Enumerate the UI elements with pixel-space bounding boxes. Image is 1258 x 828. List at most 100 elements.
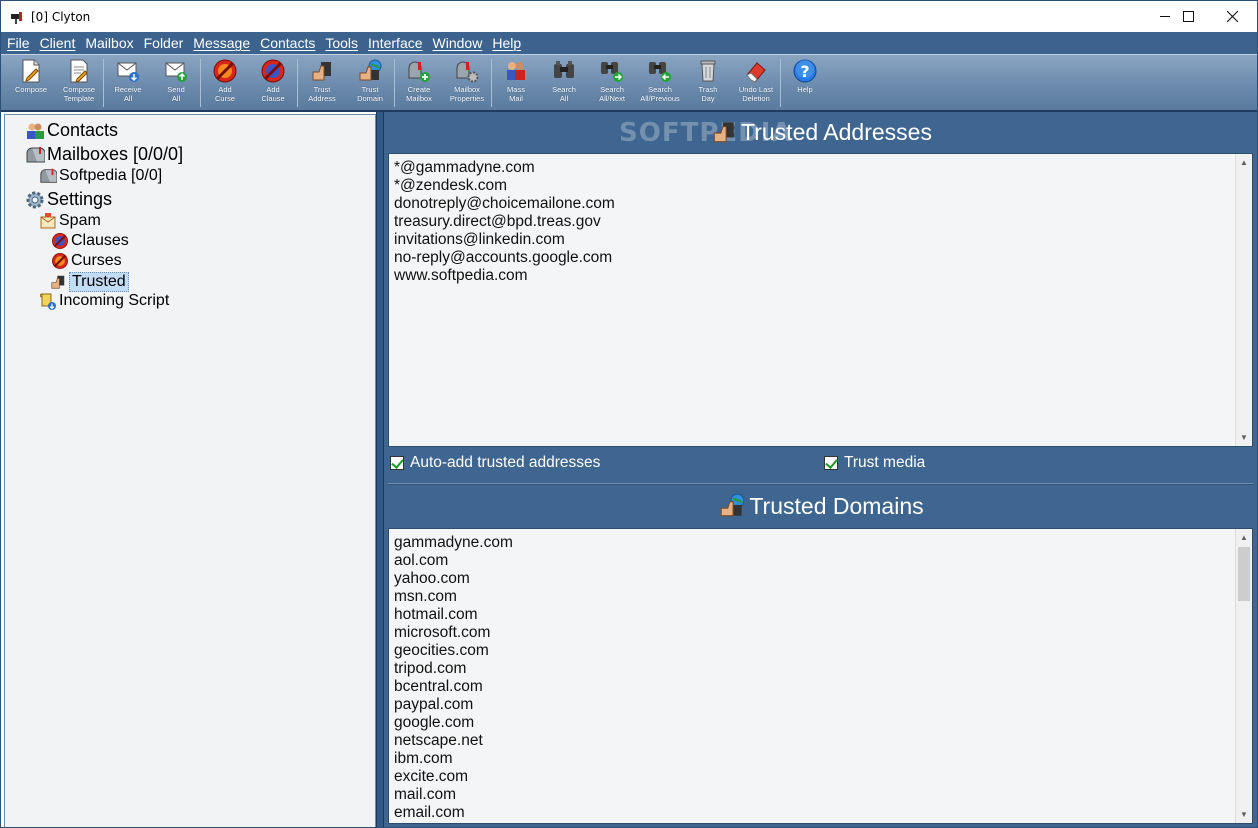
list-item[interactable]: paypal.com bbox=[394, 696, 513, 714]
trash-day-button[interactable]: Trash Day bbox=[684, 55, 732, 111]
list-item[interactable]: ibm.com bbox=[394, 750, 513, 768]
scroll-down-icon[interactable]: ▼ bbox=[1236, 806, 1252, 823]
list-item[interactable]: treasury.direct@bpd.treas.gov bbox=[394, 213, 615, 231]
mailbox-icon bbox=[25, 145, 46, 165]
help-button[interactable]: ? Help bbox=[781, 55, 829, 111]
list-item[interactable]: *@zendesk.com bbox=[394, 177, 615, 195]
tree-item-incoming-script[interactable]: Incoming Script bbox=[39, 292, 169, 310]
title-bar: [0] Clyton bbox=[1, 1, 1257, 32]
svg-text:?: ? bbox=[800, 62, 809, 81]
menu-folder[interactable]: Folder bbox=[140, 35, 188, 51]
search-all-icon bbox=[551, 58, 577, 84]
tree-item-softpedia[interactable]: Softpedia [0/0] bbox=[39, 167, 162, 185]
list-item[interactable]: tripod.com bbox=[394, 660, 513, 678]
pane-splitter[interactable] bbox=[376, 112, 384, 827]
create-mailbox-button[interactable]: Create Mailbox bbox=[395, 55, 443, 111]
trust-address-icon bbox=[309, 58, 335, 84]
spam-icon bbox=[39, 212, 57, 230]
menu-client[interactable]: Client bbox=[36, 35, 80, 51]
trusted-domains-title: Trusted Domains bbox=[749, 492, 924, 519]
menu-tools[interactable]: Tools bbox=[321, 35, 362, 51]
trust-domain-icon bbox=[717, 492, 747, 520]
receive-all-button[interactable]: Receive All bbox=[104, 55, 152, 111]
menu-mailbox[interactable]: Mailbox bbox=[81, 35, 137, 51]
list-item[interactable]: mail.com bbox=[394, 786, 513, 804]
clyton-app-icon bbox=[9, 9, 25, 25]
search-previous-icon bbox=[647, 58, 673, 84]
mass-mail-button[interactable]: Mass Mail bbox=[492, 55, 540, 111]
search-all-button[interactable]: Search All bbox=[540, 55, 588, 111]
list-item[interactable]: google.com bbox=[394, 714, 513, 732]
scroll-up-icon[interactable]: ▲ bbox=[1236, 154, 1252, 171]
trust-domain-icon bbox=[357, 58, 383, 84]
search-next-button[interactable]: Search All/Next bbox=[588, 55, 636, 111]
auto-add-trusted-checkbox[interactable]: Auto-add trusted addresses bbox=[390, 454, 600, 472]
list-item[interactable]: hotmail.com bbox=[394, 606, 513, 624]
send-icon bbox=[163, 58, 189, 84]
list-item[interactable]: geocities.com bbox=[394, 642, 513, 660]
list-item[interactable]: donotreply@choicemailone.com bbox=[394, 195, 615, 213]
create-mailbox-icon bbox=[406, 58, 432, 84]
tree-item-mailboxes[interactable]: Mailboxes [0/0/0] bbox=[25, 144, 183, 165]
list-item[interactable]: yahoo.com bbox=[394, 570, 513, 588]
trusted-addresses-title: Trusted Addresses bbox=[741, 118, 932, 145]
menu-contacts[interactable]: Contacts bbox=[256, 35, 319, 51]
mailbox-properties-button[interactable]: Mailbox Properties bbox=[443, 55, 491, 111]
menu-bar: File Client Mailbox Folder Message Conta… bbox=[1, 32, 1257, 54]
list-item[interactable]: aol.com bbox=[394, 552, 513, 570]
compose-template-button[interactable]: Compose Template bbox=[55, 55, 103, 111]
tree-item-curses[interactable]: Curses bbox=[51, 252, 122, 270]
scroll-up-icon[interactable]: ▲ bbox=[1236, 529, 1252, 546]
trust-domain-button[interactable]: Trust Domain bbox=[346, 55, 394, 111]
list-item[interactable]: gammadyne.com bbox=[394, 534, 513, 552]
menu-help[interactable]: Help bbox=[488, 35, 525, 51]
scroll-thumb[interactable] bbox=[1238, 547, 1250, 601]
undo-last-deletion-button[interactable]: Undo Last Deletion bbox=[732, 55, 780, 111]
add-clause-button[interactable]: Add Clause bbox=[249, 55, 297, 111]
list-item[interactable]: bcentral.com bbox=[394, 678, 513, 696]
trusted-addresses-items: *@gammadyne.com *@zendesk.com donotreply@c… bbox=[394, 159, 615, 285]
section-divider bbox=[388, 483, 1253, 485]
receive-icon bbox=[115, 58, 141, 84]
menu-file[interactable]: File bbox=[3, 35, 34, 51]
trusted-icon bbox=[49, 273, 67, 291]
list-item[interactable]: *@gammadyne.com bbox=[394, 159, 615, 177]
list-item[interactable]: msn.com bbox=[394, 588, 513, 606]
toolbar: Compose Compose Template Receive All Sen… bbox=[1, 54, 1257, 112]
list-item[interactable]: no-reply@accounts.google.com bbox=[394, 249, 615, 267]
trusted-domains-list[interactable]: gammadyne.com aol.com yahoo.com msn.com hotm… bbox=[388, 528, 1253, 824]
scroll-down-icon[interactable]: ▼ bbox=[1236, 429, 1252, 446]
list-item[interactable]: excite.com bbox=[394, 768, 513, 786]
list-item[interactable]: microsoft.com bbox=[394, 624, 513, 642]
list-item[interactable]: invitations@linkedin.com bbox=[394, 231, 615, 249]
mailbox-properties-icon bbox=[454, 58, 480, 84]
list-item[interactable]: netscape.net bbox=[394, 732, 513, 750]
tree-item-contacts[interactable]: Contacts bbox=[25, 120, 118, 141]
trust-address-button[interactable]: Trust Address bbox=[298, 55, 346, 111]
list-item[interactable]: email.com bbox=[394, 804, 513, 822]
trusted-addresses-list[interactable]: *@gammadyne.com *@zendesk.com donotreply@c… bbox=[388, 153, 1253, 447]
close-icon bbox=[1226, 11, 1238, 22]
tree-item-clauses[interactable]: Clauses bbox=[51, 232, 129, 250]
menu-message[interactable]: Message bbox=[189, 35, 254, 51]
menu-interface[interactable]: Interface bbox=[364, 35, 426, 51]
add-curse-button[interactable]: Add Curse bbox=[201, 55, 249, 111]
trusted-domains-heading: Trusted Domains bbox=[384, 490, 1257, 522]
search-previous-button[interactable]: Search All/Previous bbox=[636, 55, 684, 111]
gear-icon bbox=[25, 190, 45, 210]
tree-item-spam[interactable]: Spam bbox=[39, 212, 101, 230]
scroll-track bbox=[1238, 173, 1250, 427]
checkbox-checked-icon[interactable] bbox=[390, 456, 404, 470]
tree-item-settings[interactable]: Settings bbox=[25, 189, 112, 210]
compose-button[interactable]: Compose bbox=[7, 55, 55, 111]
tree-item-trusted[interactable]: Trusted bbox=[49, 272, 129, 292]
trusted-addresses-scrollbar[interactable]: ▲ ▼ bbox=[1235, 154, 1252, 446]
trust-media-checkbox[interactable]: Trust media bbox=[824, 454, 925, 472]
close-button[interactable] bbox=[1209, 1, 1255, 32]
checkbox-checked-icon[interactable] bbox=[824, 456, 838, 470]
trusted-domains-scrollbar[interactable]: ▲ ▼ bbox=[1235, 529, 1252, 823]
maximize-button[interactable] bbox=[1165, 1, 1211, 32]
menu-window[interactable]: Window bbox=[429, 35, 487, 51]
send-all-button[interactable]: Send All bbox=[152, 55, 200, 111]
list-item[interactable]: www.softpedia.com bbox=[394, 267, 615, 285]
